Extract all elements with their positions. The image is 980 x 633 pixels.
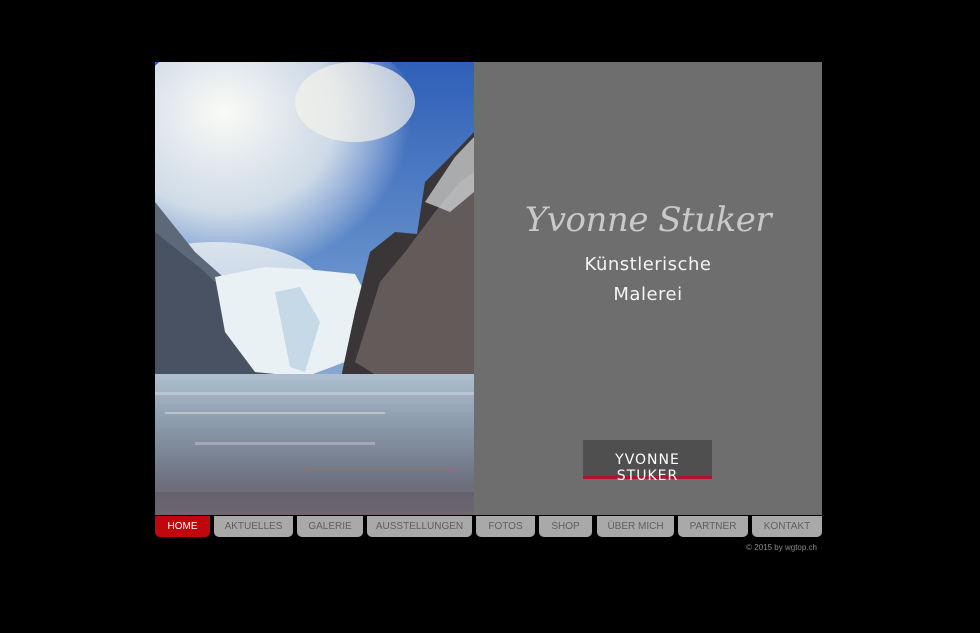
main-nav: HOME AKTUELLES GALERIE AUSSTELLUNGEN FOT… bbox=[155, 516, 822, 537]
nav-home[interactable]: HOME bbox=[155, 516, 210, 537]
nav-galerie[interactable]: GALERIE bbox=[297, 516, 363, 537]
logo-text: YVONNE STUKER bbox=[615, 452, 680, 484]
tagline-line-1: Künstlerische bbox=[584, 254, 712, 275]
title-panel: Yvonne Stuker Künstlerische Malerei YVON… bbox=[474, 62, 822, 515]
nav-shop[interactable]: SHOP bbox=[539, 516, 592, 537]
nav-aktuelles[interactable]: AKTUELLES bbox=[214, 516, 293, 537]
hero-painting bbox=[155, 62, 474, 515]
nav-kontakt[interactable]: KONTAKT bbox=[752, 516, 822, 537]
copyright-text: © 2015 by wgtop.ch bbox=[746, 543, 817, 552]
nav-partner[interactable]: PARTNER bbox=[678, 516, 748, 537]
nav-fotos[interactable]: FOTOS bbox=[476, 516, 535, 537]
tagline: Künstlerische Malerei bbox=[474, 250, 822, 310]
artist-signature: Yvonne Stuker bbox=[524, 200, 772, 240]
nav-ausstellungen[interactable]: AUSSTELLUNGEN bbox=[367, 516, 472, 537]
logo-badge[interactable]: YVONNE STUKER bbox=[583, 440, 712, 484]
tagline-line-2: Malerei bbox=[613, 284, 683, 305]
nav-ueber-mich[interactable]: ÜBER MICH bbox=[597, 516, 674, 537]
